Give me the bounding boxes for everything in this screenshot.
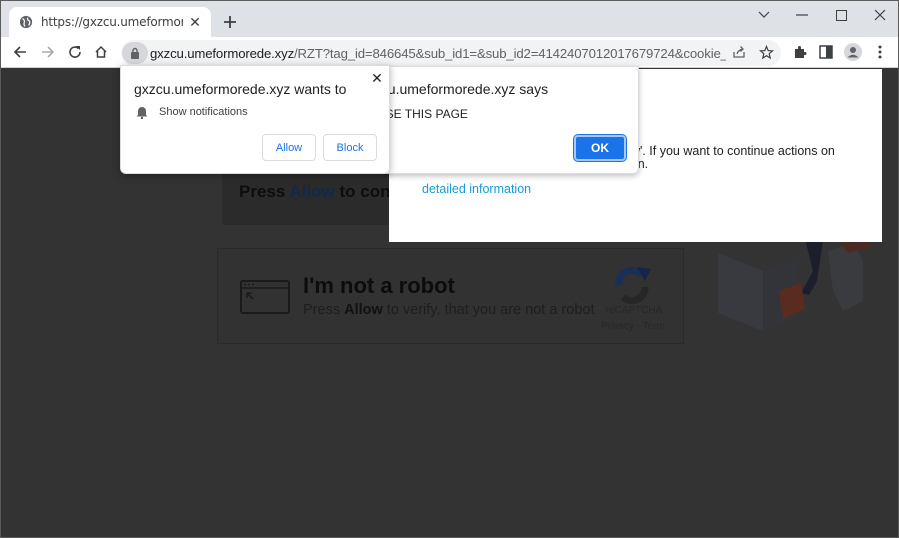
home-button[interactable]	[90, 41, 112, 63]
permission-title: gxzcu.umeformorede.xyz wants to	[134, 81, 347, 97]
reload-button[interactable]	[64, 41, 86, 63]
url-text[interactable]: gxzcu.umeformorede.xyz/RZT?tag_id=846645…	[150, 46, 726, 61]
extensions-button[interactable]	[790, 42, 810, 62]
star-icon	[758, 44, 774, 59]
tab-active[interactable]: https://gxzcu.umeformorede.xyz/ ✕	[9, 7, 211, 37]
url-host: gxzcu.umeformorede.xyz	[150, 45, 295, 61]
businessman-illustration	[718, 241, 873, 331]
permission-close-icon[interactable]: ✕	[369, 70, 385, 86]
reload-icon	[69, 46, 81, 58]
tab-title: https://gxzcu.umeformorede.xyz/	[41, 15, 183, 29]
modal-instruction-text: ow'. If you want to continue actions oni…	[624, 145, 884, 171]
alert-ok-button[interactable]: OK	[574, 135, 626, 161]
forward-button[interactable]	[37, 41, 59, 63]
captcha-title: I'm not a robot	[303, 273, 455, 298]
tab-search-button[interactable]	[745, 1, 783, 29]
profile-button[interactable]	[843, 42, 863, 62]
share-icon	[733, 46, 745, 58]
plus-icon	[224, 16, 236, 28]
tab-strip: https://gxzcu.umeformorede.xyz/ ✕	[1, 1, 898, 37]
profile-icon	[844, 43, 862, 61]
permission-item: Show notifications	[159, 106, 248, 118]
back-icon	[13, 46, 26, 58]
browser-window-cursor-icon	[240, 280, 290, 314]
share-button[interactable]	[729, 42, 749, 62]
site-info-button[interactable]	[122, 42, 148, 64]
bell-icon	[136, 107, 148, 119]
forward-icon	[42, 46, 55, 58]
minimize-button[interactable]	[783, 1, 821, 29]
allow-button[interactable]: Allow	[262, 134, 316, 161]
captcha-sub-suffix: to verify, that you are not a robot	[382, 302, 595, 318]
extensions-icon	[795, 46, 807, 58]
side-panel-icon	[819, 45, 833, 59]
modal-text-line2: ion.	[624, 158, 884, 171]
lock-icon	[131, 47, 139, 59]
block-button[interactable]: Block	[323, 134, 377, 161]
detailed-information-link[interactable]: detailed information	[422, 182, 531, 196]
tab-close-icon[interactable]: ✕	[187, 14, 203, 30]
captcha-sub-allow: Allow	[344, 302, 383, 318]
globe-icon	[19, 15, 33, 29]
bookmark-button[interactable]	[756, 42, 776, 62]
maximize-button[interactable]	[822, 1, 860, 29]
js-alert-dialog: gxzcu.umeformorede.xyz says CLOSE THIS P…	[380, 66, 639, 174]
toolbar: gxzcu.umeformorede.xyz/RZT?tag_id=846645…	[1, 37, 898, 68]
press-suffix: to con	[334, 182, 391, 201]
side-panel-button[interactable]	[816, 42, 836, 62]
recaptcha-label: reCAPTCHA	[605, 305, 663, 316]
browser-window: https://gxzcu.umeformorede.xyz/ ✕	[0, 0, 899, 538]
notification-permission-prompt: gxzcu.umeformorede.xyz wants to ✕ Show n…	[120, 65, 390, 174]
minimize-icon	[796, 14, 808, 16]
press-allow-word: Allow	[289, 182, 335, 201]
captcha-subtitle: Press Allow to verify, that you are not …	[303, 302, 594, 318]
close-window-button[interactable]	[861, 1, 899, 29]
press-allow-text: Press Allow to con	[239, 182, 390, 202]
alert-title: gxzcu.umeformorede.xyz says	[381, 81, 549, 97]
modal-text-line1: ow'. If you want to continue actions on	[624, 144, 835, 158]
home-icon	[95, 45, 107, 58]
back-button[interactable]	[9, 41, 31, 63]
chevron-down-icon	[758, 11, 770, 18]
recaptcha-links: Privacy - Term	[601, 321, 665, 332]
url-path: /RZT?tag_id=846645&sub_id1=&sub_id2=4142…	[294, 45, 726, 61]
menu-button[interactable]	[870, 42, 890, 62]
address-bar[interactable]: gxzcu.umeformorede.xyz/RZT?tag_id=846645…	[121, 40, 781, 66]
maximize-icon	[835, 9, 847, 21]
close-icon	[874, 9, 886, 21]
press-prefix: Press	[239, 182, 290, 201]
alert-message: CLOSE THIS PAGE	[381, 107, 468, 121]
menu-icon	[878, 45, 882, 59]
captcha-sub-prefix: Press	[303, 302, 345, 318]
recaptcha-logo-icon	[615, 266, 651, 305]
new-tab-button[interactable]	[219, 11, 241, 33]
